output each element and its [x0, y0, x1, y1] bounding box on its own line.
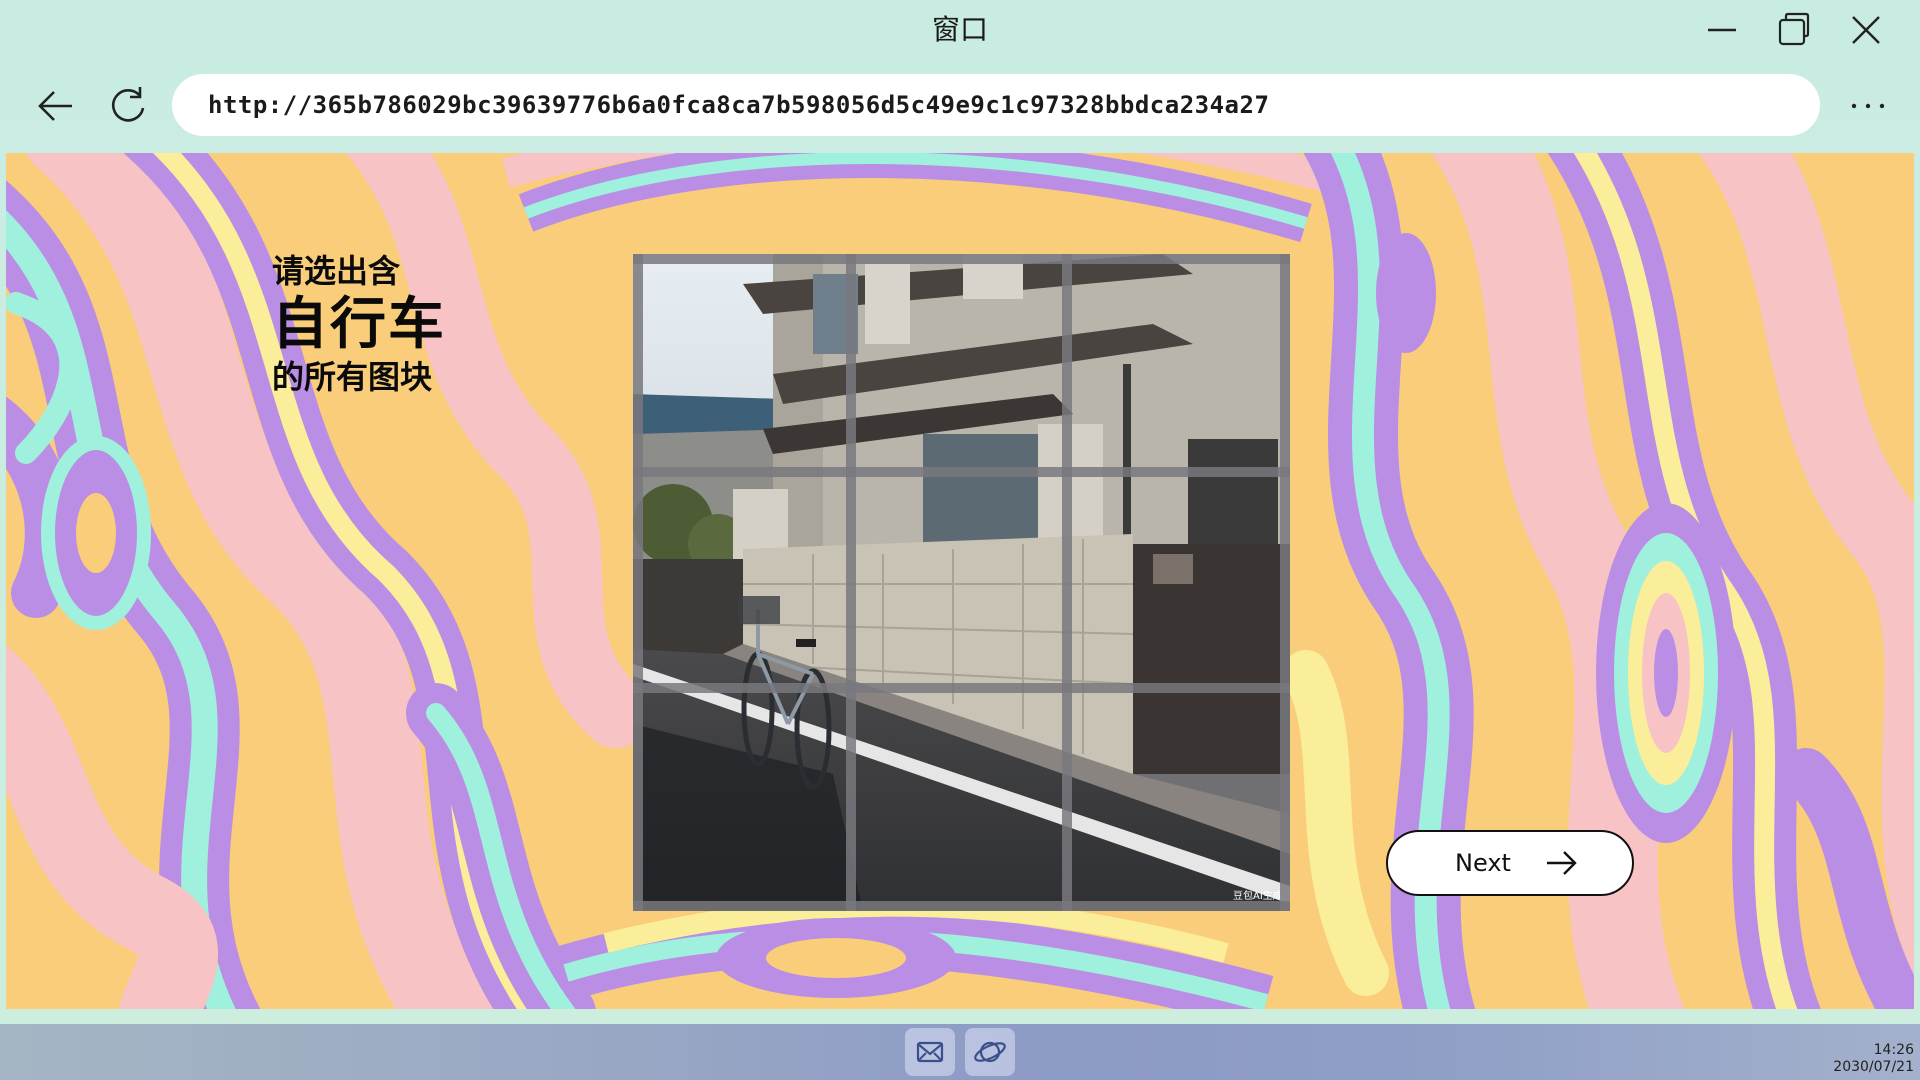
browser-app-button[interactable]	[965, 1028, 1015, 1076]
captcha-tile-1-3[interactable]	[1070, 259, 1283, 472]
screen: 窗口 http://365b786029bc39639776b6a0fca8ca…	[0, 0, 1920, 1080]
title-bar: 窗口	[0, 0, 1920, 58]
close-button[interactable]	[1844, 8, 1888, 52]
reload-icon	[111, 87, 145, 122]
captcha-tile-2-3[interactable]	[1070, 475, 1283, 688]
prompt-target-object: 自行车	[272, 292, 446, 357]
restore-icon	[1778, 12, 1810, 46]
mail-icon	[916, 1041, 944, 1063]
url-text: http://365b786029bc39639776b6a0fca8ca7b5…	[208, 91, 1270, 119]
captcha-tile-2-1[interactable]	[638, 475, 851, 688]
page-viewport: 请选出含 自行车 的所有图块 豆包AI生成 Next	[6, 153, 1914, 1009]
captcha-grid: 豆包AI生成	[633, 254, 1290, 911]
prompt-line-3: 的所有图块	[272, 358, 433, 396]
arrow-left-icon	[38, 91, 72, 121]
taskbar: 14:26 2030/07/21	[0, 1024, 1920, 1080]
captcha-tile-1-1[interactable]	[638, 259, 851, 472]
clock-date: 2030/07/21	[1833, 1059, 1914, 1075]
minimize-icon	[1708, 28, 1736, 32]
window-title: 窗口	[931, 13, 988, 46]
captcha-prompt: 请选出含 自行车 的所有图块	[272, 255, 446, 393]
more-horizontal-icon	[1851, 103, 1885, 109]
system-clock: 14:26 2030/07/21	[1833, 1042, 1914, 1076]
reload-button[interactable]	[104, 82, 152, 130]
prompt-line-1: 请选出含	[272, 252, 401, 290]
clock-time: 14:26	[1873, 1042, 1914, 1058]
captcha-tile-3-2[interactable]	[854, 691, 1067, 904]
captcha-tile-3-3[interactable]	[1070, 691, 1283, 904]
arrow-right-icon	[1545, 849, 1579, 877]
captcha-tile-3-1[interactable]	[638, 691, 851, 904]
mail-app-button[interactable]	[905, 1028, 955, 1076]
next-button[interactable]: Next	[1386, 830, 1634, 896]
captcha-tile-2-2[interactable]	[854, 475, 1067, 688]
back-button[interactable]	[32, 82, 80, 130]
address-bar[interactable]: http://365b786029bc39639776b6a0fca8ca7b5…	[172, 74, 1820, 136]
planet-icon	[974, 1041, 1006, 1063]
maximize-button[interactable]	[1772, 8, 1816, 52]
close-icon	[1852, 16, 1880, 44]
menu-button[interactable]	[1846, 86, 1890, 126]
captcha-tile-1-2[interactable]	[854, 259, 1067, 472]
next-button-label: Next	[1455, 849, 1511, 877]
minimize-button[interactable]	[1700, 8, 1744, 52]
